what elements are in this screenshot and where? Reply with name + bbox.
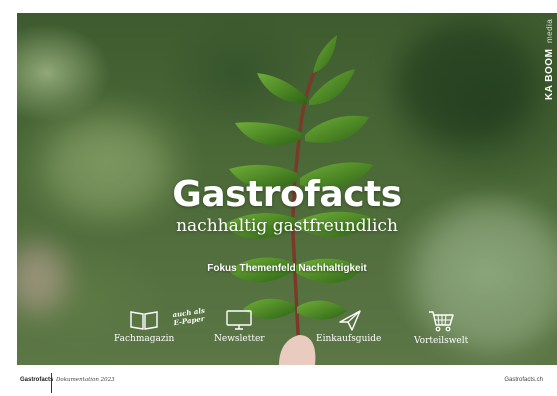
- nav-einkaufsguide[interactable]: Einkaufsguide: [316, 309, 381, 344]
- logo-main: KA BOOM: [544, 48, 555, 101]
- nav-vorteilswelt[interactable]: Vorteilswelt: [414, 309, 468, 346]
- kaboom-logo: KA BOOM media: [544, 19, 555, 100]
- nav-newsletter-label: Newsletter: [214, 334, 265, 344]
- footer: Gastrofacts Dokumentation 2023 Gastrofac…: [0, 365, 557, 396]
- nav-newsletter[interactable]: Newsletter: [214, 309, 265, 344]
- shopping-cart-icon: [429, 311, 454, 332]
- logo-sub: media: [545, 19, 554, 44]
- page: KA BOOM media Gastrofacts nachhaltig gas…: [0, 0, 557, 396]
- page-subtitle: nachhaltig gastfreundlich: [176, 216, 398, 236]
- focus-tagline: Fokus Themenfeld Nachhaltigkeit: [207, 263, 367, 274]
- hero-banner: KA BOOM media Gastrofacts nachhaltig gas…: [17, 13, 557, 365]
- nav-fachmagazin-label: Fachmagazin: [114, 334, 175, 344]
- footer-divider: [51, 373, 52, 393]
- monitor-icon: [226, 310, 252, 330]
- footer-doc-label: Dokumentation 2023: [56, 377, 115, 383]
- paper-plane-icon: [338, 310, 361, 331]
- nav-vorteilswelt-label: Vorteilswelt: [414, 336, 469, 346]
- nav-fachmagazin[interactable]: Fachmagazin: [114, 309, 174, 344]
- nav-einkaufsguide-label: Einkaufsguide: [316, 334, 382, 344]
- page-title: Gastrofacts: [172, 174, 402, 215]
- footer-site-link[interactable]: Gastrofacts.ch: [504, 377, 543, 383]
- open-book-icon: [130, 311, 158, 330]
- footer-brand: Gastrofacts: [20, 377, 54, 383]
